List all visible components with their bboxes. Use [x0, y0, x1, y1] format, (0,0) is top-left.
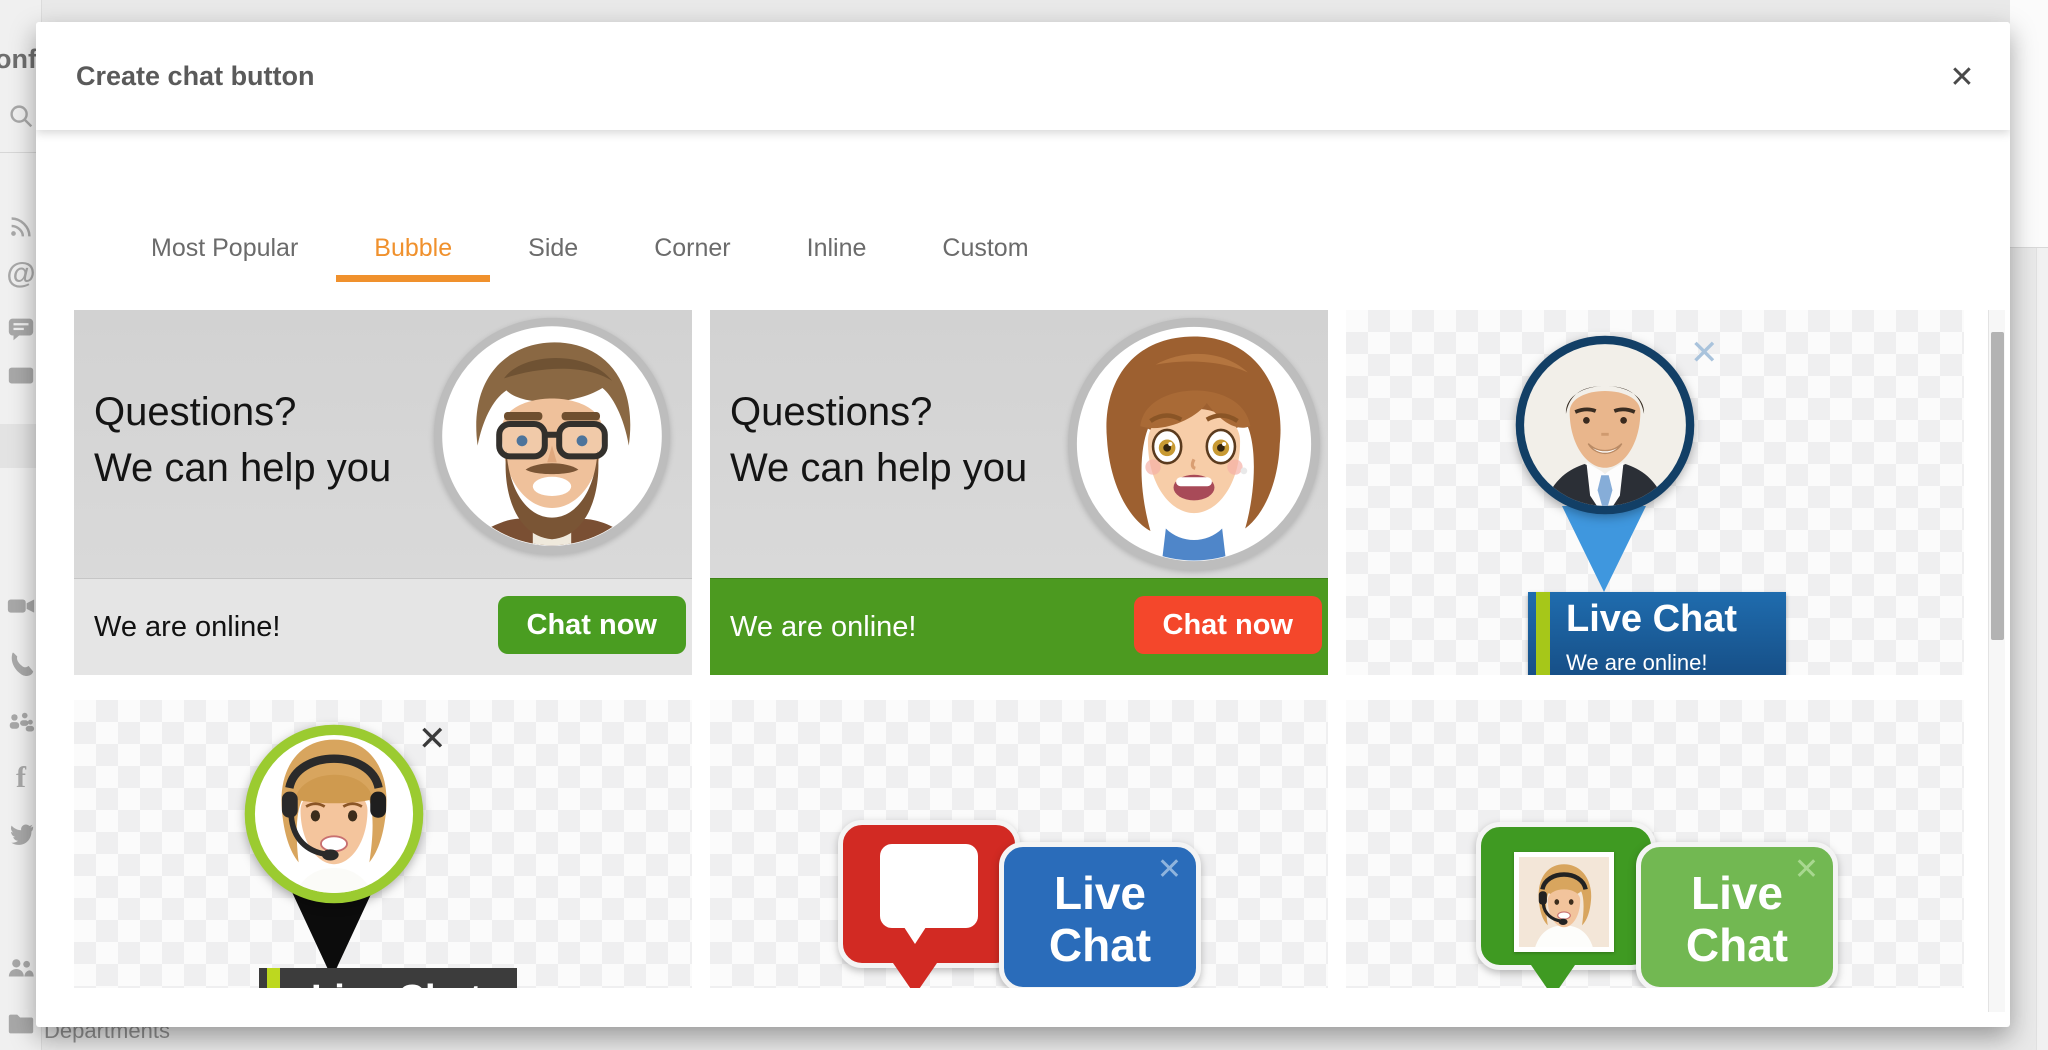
chat-button-template-gray[interactable]: Questions? We can help you [74, 310, 692, 675]
broadcast-icon[interactable] [5, 210, 37, 242]
video-camera-icon[interactable] [5, 590, 37, 622]
chat-solid-icon[interactable] [5, 360, 37, 392]
button-style-tabs: Most Popular Bubble Side Corner Inline C… [113, 214, 1067, 282]
photo-man-avatar [1512, 332, 1698, 518]
folder-icon[interactable] [5, 1008, 37, 1040]
screen: onfi @ f [0, 0, 2048, 1050]
bubble-tail [893, 963, 937, 988]
twitter-icon[interactable] [5, 818, 37, 850]
live-chat-banner: Live Chat We are online! [1528, 592, 1786, 675]
contacts-icon[interactable] [5, 708, 37, 740]
chat-button-template-green-photo[interactable]: Live Chat ✕ [1346, 700, 1964, 988]
dialog-header: Create chat button ✕ [36, 22, 2010, 130]
chat-button-template-dark-pin[interactable]: ✕ [74, 700, 692, 988]
tab-corner[interactable]: Corner [616, 214, 768, 282]
live-chat-label: Live Chat [311, 978, 482, 988]
chat-button-template-blue-pin[interactable]: ✕ [1346, 310, 1964, 675]
create-chat-button-dialog: Create chat button ✕ Most Popular Bubble… [36, 22, 2010, 1027]
live-chat-banner: Live Chat [259, 968, 517, 988]
cartoon-woman-avatar [1066, 316, 1322, 572]
search-icon[interactable] [5, 100, 37, 132]
agent-photo [1514, 852, 1614, 952]
tab-inline[interactable]: Inline [769, 214, 905, 282]
dialog-scrollbar [1988, 310, 2005, 1012]
banner-accent-stripe [1536, 592, 1550, 675]
close-icon[interactable]: ✕ [1794, 855, 1819, 885]
banner-accent-stripe [267, 968, 280, 988]
speech-bubble-light-green: Live Chat ✕ [1636, 842, 1838, 988]
online-status-text: We are online! [730, 579, 916, 675]
bubble-tail [902, 924, 928, 944]
dialog-title: Create chat button [76, 22, 315, 130]
question-text: Questions? We can help you [94, 384, 391, 496]
tab-bubble[interactable]: Bubble [336, 214, 490, 282]
online-status-text: We are online! [1566, 650, 1707, 675]
tab-most-popular[interactable]: Most Popular [113, 214, 336, 282]
scrollbar-thumb[interactable] [1991, 332, 2004, 640]
at-sign-icon[interactable]: @ [5, 258, 37, 290]
pointer-triangle [1562, 506, 1646, 592]
online-status-text: We are online! [94, 579, 280, 675]
tab-custom[interactable]: Custom [904, 214, 1066, 282]
headset-woman-avatar [241, 721, 427, 907]
chat-message-icon[interactable] [5, 312, 37, 344]
chat-button-template-green[interactable]: Questions? We can help you [710, 310, 1328, 675]
chat-now-button[interactable]: Chat now [1134, 596, 1323, 654]
speech-bubble-white-icon [880, 844, 978, 928]
bubble-tail [1531, 965, 1575, 988]
close-icon[interactable]: ✕ [1940, 56, 1984, 100]
team-icon[interactable] [5, 952, 37, 984]
background-top-right-panel [2010, 0, 2048, 248]
close-icon[interactable]: ✕ [1157, 855, 1182, 885]
chat-bar: We are online! Chat now [74, 578, 692, 675]
headset-woman-photo [1519, 857, 1609, 947]
chat-button-template-red-blue[interactable]: Live Chat ✕ [710, 700, 1328, 988]
cartoon-man-avatar [432, 316, 672, 556]
question-text: Questions? We can help you [730, 384, 1027, 496]
background-right-strip [2037, 248, 2048, 1050]
tab-side[interactable]: Side [490, 214, 616, 282]
phone-icon[interactable] [5, 648, 37, 680]
speech-bubble-blue: Live Chat ✕ [999, 842, 1201, 988]
facebook-icon[interactable]: f [5, 762, 37, 794]
chat-now-button[interactable]: Chat now [498, 596, 687, 654]
chat-bar: We are online! Chat now [710, 578, 1328, 675]
live-chat-label: Live Chat [1566, 598, 1737, 641]
